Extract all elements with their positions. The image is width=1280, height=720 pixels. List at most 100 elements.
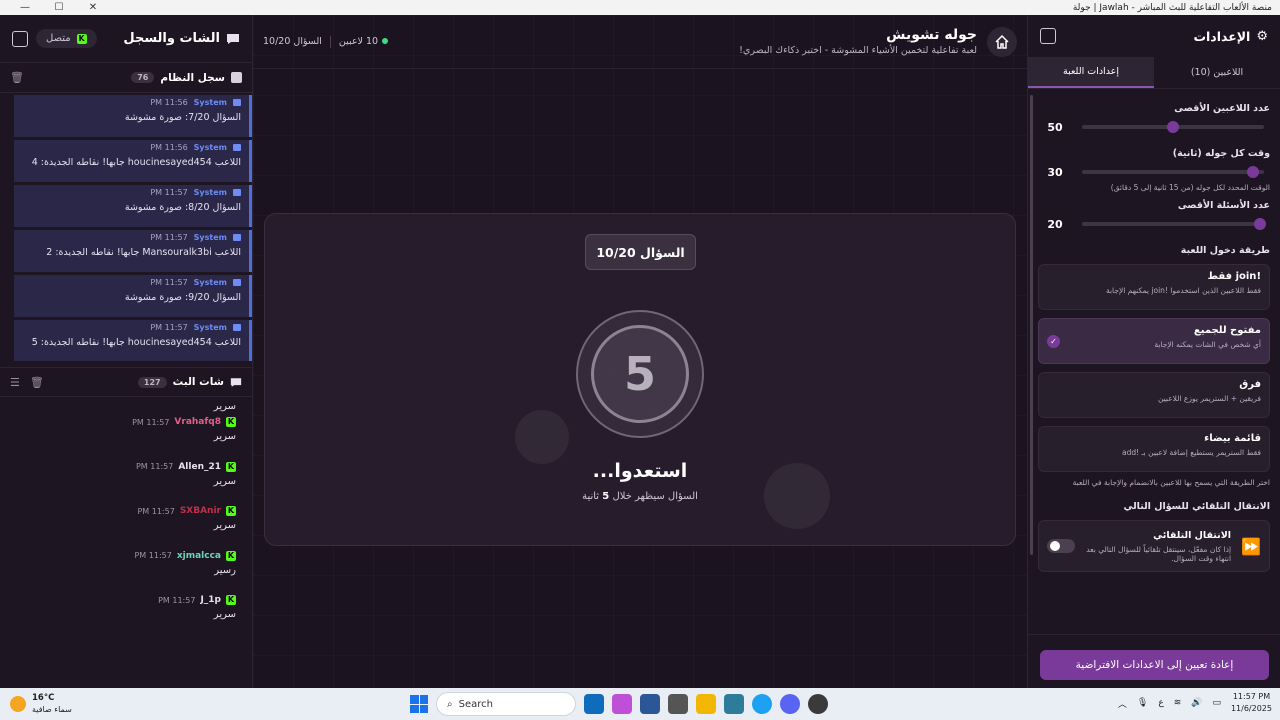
system-log-item: System 11:57 PM السؤال 9/20: صورة مشوشة [14,275,252,317]
entry-option-join[interactable]: !join فقط فقط اللاعبين الذين استخدموا !j… [1038,264,1270,310]
chat-panel-title-text: الشات والسجل [123,31,220,46]
settings-title-text: الإعدادات [1193,28,1251,44]
home-button[interactable] [987,26,1017,57]
chat-bubble-icon [233,99,241,106]
system-log-title-text: سجل النظام [160,71,225,84]
kick-icon: K [76,33,87,44]
discord-icon[interactable] [780,694,800,714]
live-chat-count: 127 [137,376,167,388]
trash-icon[interactable]: 🗑 [30,376,44,389]
round-time-slider[interactable] [1082,166,1264,178]
connection-status: K متصل [36,29,97,48]
log-text: السؤال 9/20: صورة مشوشة [124,292,241,303]
language-indicator[interactable]: ع [1158,698,1163,708]
windows-start-icon[interactable] [410,695,428,713]
chat-username[interactable]: SXBAnir [180,506,221,516]
minimize-button[interactable]: — [8,2,42,13]
chat-icon [230,377,242,387]
mic-icon[interactable]: 🎙 [1137,698,1148,708]
chat-bubble-icon [233,234,241,241]
file-explorer-icon[interactable] [696,694,716,714]
chevron-up-icon[interactable]: ︿ [1118,697,1127,710]
online-dot [382,38,389,44]
settings-header: ⚙ الإعدادات [1028,15,1280,57]
copilot-icon[interactable] [612,694,632,714]
window-controls: — ☐ ✕ [8,2,110,13]
chat-username[interactable]: xjmalcca [177,551,221,561]
system-log-item: System 11:56 PM اللاعب houcinesayed454 جا… [14,140,252,182]
kick-icon: K [226,550,236,561]
log-time: 11:57 PM [150,188,188,197]
weather-temp: 16°C [32,693,55,703]
slider-thumb[interactable] [1254,218,1267,230]
slider-thumb[interactable] [1247,166,1260,178]
entry-option-whitelist[interactable]: قائمة بيضاء فقط الستريمر يستطيع إضافة لا… [1038,426,1270,472]
chat-text: سرير [213,431,236,442]
defender-icon[interactable] [640,694,660,714]
max-players-label: عدد اللاعبين الأقصى [1174,103,1270,114]
log-icon [231,72,242,83]
max-players-slider[interactable] [1082,121,1264,133]
chat-username[interactable]: Vrahafq8 [174,417,221,427]
reset-defaults-button[interactable]: إعادة تعيين إلى الاعدادات الافتراضية [1040,650,1269,680]
outlook-icon[interactable] [584,694,604,714]
max-questions-slider[interactable] [1082,218,1267,230]
round-time-label: وقت كل جوله (ثانية) [1172,148,1270,159]
chat-time: 11:57 PM [158,595,196,605]
chat-time: 11:57 PM [134,551,172,560]
tab-players[interactable]: اللاعبين (10) [1154,57,1280,88]
log-time: 11:57 PM [150,233,188,242]
chat-panel-controls: K متصل [12,29,97,48]
kick-icon: K [226,506,236,516]
entry-option-teams[interactable]: فرق فريقين + الستريمر يوزع اللاعبين [1038,372,1270,418]
chat-panel-title: الشات والسجل [123,31,240,46]
live-chat-list: K Vrahafq8 11:57 PM سرير K Allen_21 11:57 PM… [0,415,252,638]
app-icon[interactable] [724,694,744,714]
chrome-icon[interactable] [808,694,828,714]
slider-thumb[interactable] [1167,121,1179,133]
maximize-button[interactable]: ☐ [42,2,76,13]
search-icon: ⌕ [447,698,453,710]
battery-icon[interactable]: ▭ [1212,698,1221,708]
log-sender: System [193,98,227,107]
trash-icon[interactable]: 🗑 [10,71,24,84]
settings-scrollbar[interactable] [1030,95,1033,555]
wifi-icon[interactable]: ≋ [1174,698,1182,708]
max-questions-value: 20 [1047,217,1063,231]
chat-text: سرير [213,520,236,531]
entry-option-open[interactable]: مفتوح للجميع أي شخص في الشات يمكنه الإجا… [1038,318,1270,364]
auto-advance-desc: إذا كان مفعّل، سينتقل تلقائياً للسؤال ال… [1086,544,1232,563]
game-title: جوله تشويش [886,27,977,43]
close-button[interactable]: ✕ [76,2,110,13]
edge-icon[interactable] [752,694,772,714]
clock[interactable]: 11:57 PM 11/6/2025 [1231,691,1272,715]
collapse-panel-icon[interactable] [1040,28,1056,44]
weather-condition: سماء صافية [32,705,72,714]
list-icon[interactable]: ☰ [10,376,20,389]
taskbar-search[interactable]: ⌕ Search [436,692,576,716]
tab-game-settings[interactable]: إعدادات اللعبة [1028,57,1154,88]
settings-body: عدد اللاعبين الأقصى 50 وقت كل جوله (ثاني… [1028,89,1280,572]
chat-message: K Vrahafq8 11:57 PM سرير [10,415,236,460]
chat-text: سرير [213,475,236,487]
taskbar: 16°C سماء صافية ⌕ Search ︿ 🎙 ع ≋ 🔊 ▭ 11:… [0,688,1280,720]
weather-text: 16°C سماء صافية [32,692,72,715]
chat-bubble-icon [233,144,241,151]
chat-username[interactable]: Allen_21 [178,462,221,472]
ready-title: استعدوا... [592,460,688,482]
system-log-count: 76 [131,72,155,83]
chat-username[interactable]: J_1p [200,595,221,605]
max-questions-label: عدد الأسئلة الأقصى [1177,200,1270,211]
system-tray: ︿ 🎙 ع ≋ 🔊 ▭ 11:57 PM 11/6/2025 [1118,691,1272,715]
system-log-item: System 11:57 PM اللاعب houcinesayed454 جا… [14,320,252,361]
kick-icon: K [226,461,236,472]
weather-widget[interactable]: 16°C سماء صافية [10,692,72,715]
auto-advance-toggle[interactable] [1047,539,1075,553]
collapse-panel-icon[interactable] [12,30,28,47]
countdown-ring: 5 [576,310,704,438]
store-icon[interactable] [668,694,688,714]
game-subtitle: لعبة تفاعلية لتخمين الأشياء المشوشة - اخ… [739,45,977,56]
round-time-value: 30 [1047,165,1063,179]
auto-advance-texts: الانتقال التلقائي إذا كان مفعّل، سينتقل … [1085,530,1231,563]
speaker-icon[interactable]: 🔊 [1191,698,1202,708]
